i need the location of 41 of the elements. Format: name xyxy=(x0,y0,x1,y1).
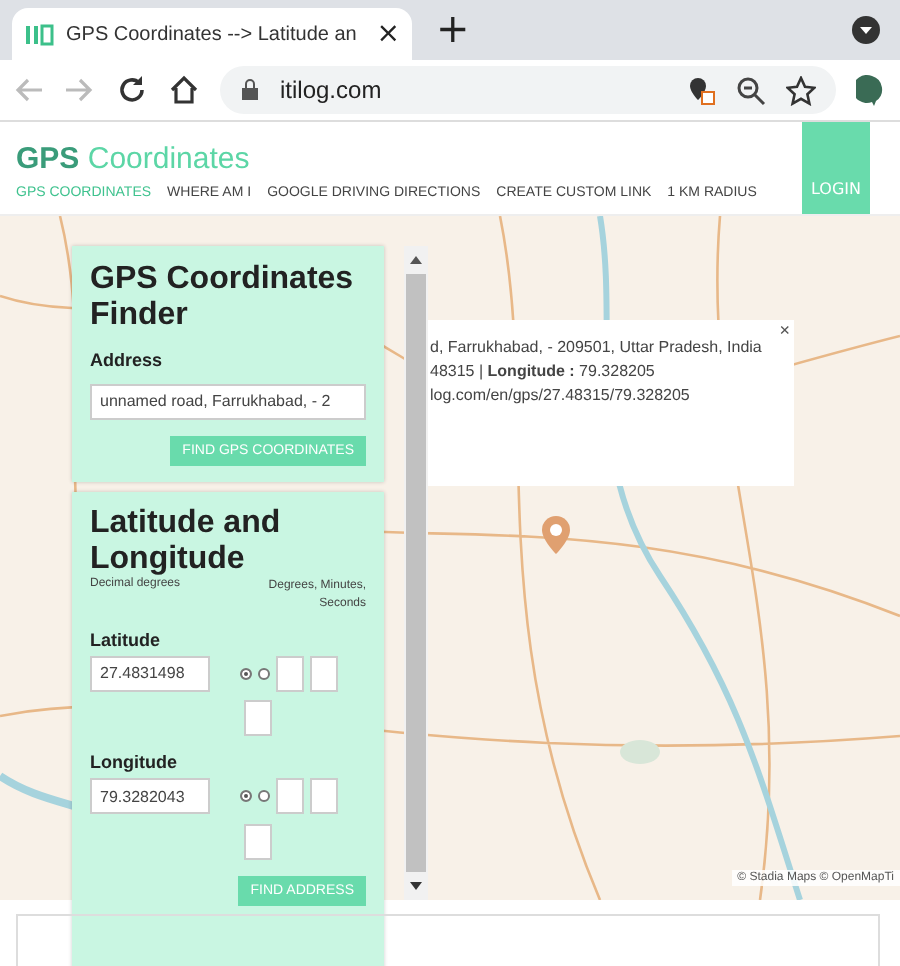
minutes-field[interactable] xyxy=(310,655,338,691)
lock-icon[interactable] xyxy=(240,78,260,102)
dms-radio[interactable] xyxy=(258,667,270,679)
coordinate-field[interactable]: 27.4831498 xyxy=(90,655,210,691)
minutes-field[interactable] xyxy=(310,778,338,814)
coordinate-field[interactable]: 79.3282043 xyxy=(90,778,210,814)
seconds-field[interactable] xyxy=(244,823,272,859)
panel-title: Latitude and Longitude xyxy=(90,505,283,577)
popup-text: d, Farrukhabad, - 209501, Uttar Pradesh, India xyxy=(430,336,764,360)
field-label: Longitude xyxy=(90,752,179,772)
browser-tab[interactable]: GPS Coordinates --> Latitude an × xyxy=(12,8,412,60)
zoom-icon[interactable] xyxy=(736,75,766,105)
map-marker-icon[interactable] xyxy=(542,516,570,554)
panel-title: GPS Coordinates Finder xyxy=(90,262,356,334)
close-tab-button[interactable]: × xyxy=(376,18,400,50)
decimal-radio[interactable] xyxy=(240,790,252,802)
location-blocked-icon[interactable] xyxy=(686,75,716,105)
scrollbar[interactable] xyxy=(404,246,428,900)
popup-text: log.com/en/gps/27.48315/79.328205 xyxy=(430,384,692,408)
scroll-up-icon[interactable] xyxy=(408,254,424,266)
new-tab-button[interactable]: + xyxy=(436,4,470,52)
url-text: itilog.com xyxy=(280,76,382,104)
reload-icon[interactable] xyxy=(116,74,148,106)
degrees-field[interactable] xyxy=(276,655,304,691)
degrees-field[interactable] xyxy=(276,778,304,814)
popup-text: 48315 | Longitude : 79.328205 xyxy=(430,360,657,384)
address-field[interactable]: unnamed road, Farrukhabad, - 2 xyxy=(90,383,366,419)
dms-radio[interactable] xyxy=(258,790,270,802)
field-label: Latitude xyxy=(90,629,162,649)
field-label: Address xyxy=(90,350,165,370)
decimal-radio[interactable] xyxy=(240,667,252,679)
close-popup-button[interactable]: × xyxy=(779,320,790,340)
scrollbar-thumb[interactable] xyxy=(406,274,426,872)
home-icon[interactable] xyxy=(168,74,200,106)
star-icon[interactable] xyxy=(786,75,816,105)
seconds-field[interactable] xyxy=(244,700,272,736)
address-bar[interactable]: itilog.com xyxy=(220,66,836,114)
scroll-down-icon[interactable] xyxy=(408,880,424,892)
site-favicon-icon[interactable] xyxy=(24,21,54,47)
tab-title: GPS Coordinates --> Latitude an xyxy=(66,23,359,45)
dropdown-icon[interactable] xyxy=(852,16,880,44)
